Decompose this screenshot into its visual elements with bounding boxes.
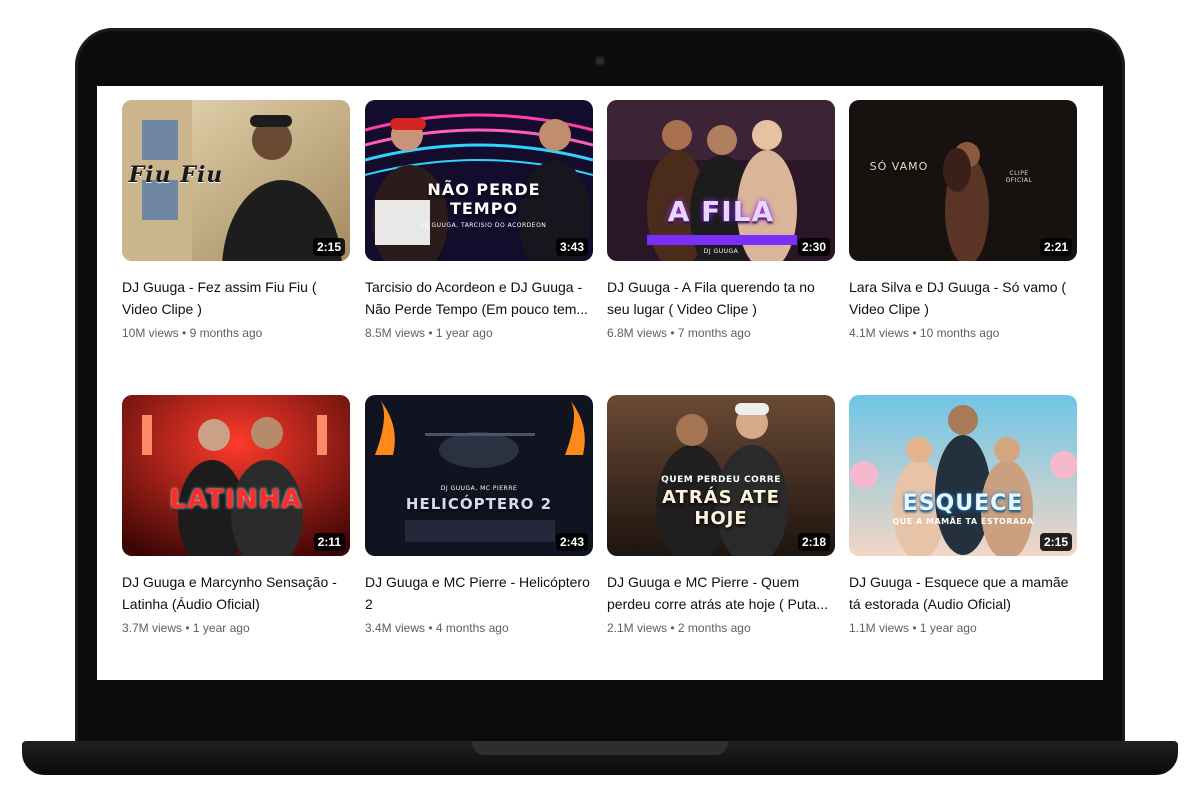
thumbnail-subtitle-text: DJ GUUGA, MC PIERRE <box>440 485 518 492</box>
upload-age: 2 months ago <box>677 621 751 635</box>
upload-age: 9 months ago <box>189 326 263 340</box>
video-meta: 10M views • 9 months ago <box>122 326 350 340</box>
video-duration-badge: 3:43 <box>555 238 588 256</box>
video-card[interactable]: SÓ VAMO CLIPE OFICIAL 2:21 Lara Silva e … <box>849 100 1077 340</box>
view-count: 8.5M views <box>365 326 426 340</box>
video-meta: 6.8M views • 7 months ago <box>607 326 835 340</box>
meta-separator: • <box>912 621 920 635</box>
video-thumbnail[interactable]: QUEM PERDEU CORRE ATRÁS ATE HOJE 2:18 <box>607 395 835 556</box>
meta-separator: • <box>428 326 436 340</box>
video-title[interactable]: DJ Guuga - Esquece que a mamãe tá estora… <box>849 571 1077 615</box>
thumbnail-art <box>122 395 350 556</box>
upload-age: 10 months ago <box>919 326 1000 340</box>
upload-age: 4 months ago <box>435 621 509 635</box>
video-card[interactable]: ESQUECE QUE A MAMÃE TA ESTORADA 2:15 DJ … <box>849 395 1077 635</box>
thumbnail-art <box>607 100 835 261</box>
video-card[interactable]: QUEM PERDEU CORRE ATRÁS ATE HOJE 2:18 DJ… <box>607 395 835 635</box>
video-meta: 4.1M views • 10 months ago <box>849 326 1077 340</box>
thumbnail-title-text: NÃO PERDE TEMPO <box>427 180 541 218</box>
upload-age: 1 year ago <box>435 326 493 340</box>
thumbnail-subtitle-text: QUE A MAMÃE TA ESTORADA <box>892 517 1034 526</box>
video-duration-badge: 2:15 <box>1039 533 1072 551</box>
video-meta: 2.1M views • 2 months ago <box>607 621 835 635</box>
video-title[interactable]: DJ Guuga e MC Pierre - Helicóptero 2 <box>365 571 593 615</box>
video-title[interactable]: Lara Silva e DJ Guuga - Só vamo ( Video … <box>849 276 1077 320</box>
thumbnail-title-text: Fiu Fiu <box>128 162 224 188</box>
video-grid-screen: Fiu Fiu 2:15 DJ Guuga - Fez assim Fiu Fi… <box>97 86 1103 680</box>
video-duration-badge: 2:21 <box>1039 238 1072 256</box>
video-meta: 8.5M views • 1 year ago <box>365 326 593 340</box>
upload-age: 1 year ago <box>919 621 977 635</box>
webcam-icon <box>596 57 604 65</box>
meta-separator: • <box>185 621 193 635</box>
thumbnail-title-text: LATINHA <box>169 485 303 515</box>
view-count: 6.8M views <box>607 326 668 340</box>
meta-separator: • <box>182 326 190 340</box>
video-thumbnail[interactable]: ESQUECE QUE A MAMÃE TA ESTORADA 2:15 <box>849 395 1077 556</box>
thumbnail-title-text: ESQUECE <box>902 491 1024 516</box>
laptop-hinge-notch <box>472 741 728 755</box>
video-thumbnail[interactable]: LATINHA 2:11 <box>122 395 350 556</box>
video-meta: 3.4M views • 4 months ago <box>365 621 593 635</box>
thumbnail-subtitle-text: QUEM PERDEU CORRE <box>661 475 781 485</box>
thumbnail-title-text: SÓ VAMO <box>869 160 929 173</box>
video-thumbnail[interactable]: Fiu Fiu 2:15 <box>122 100 350 261</box>
video-card[interactable]: A FILA DJ GUUGA 2:30 DJ Guuga - A Fila q… <box>607 100 835 340</box>
meta-separator: • <box>670 621 678 635</box>
view-count: 10M views <box>122 326 179 340</box>
video-duration-badge: 2:30 <box>797 238 830 256</box>
video-meta: 3.7M views • 1 year ago <box>122 621 350 635</box>
thumbnail-title-text: HELICÓPTERO 2 <box>405 495 553 513</box>
video-title[interactable]: DJ Guuga e Marcynho Sensação - Latinha (… <box>122 571 350 615</box>
upload-age: 7 months ago <box>677 326 751 340</box>
view-count: 3.7M views <box>122 621 183 635</box>
video-thumbnail[interactable]: SÓ VAMO CLIPE OFICIAL 2:21 <box>849 100 1077 261</box>
view-count: 1.1M views <box>849 621 910 635</box>
video-duration-badge: 2:15 <box>312 238 345 256</box>
view-count: 4.1M views <box>849 326 910 340</box>
video-title[interactable]: DJ Guuga e MC Pierre - Quem perdeu corre… <box>607 571 835 615</box>
thumbnail-art <box>365 395 593 556</box>
upload-age: 1 year ago <box>192 621 250 635</box>
video-card[interactable]: Fiu Fiu 2:15 DJ Guuga - Fez assim Fiu Fi… <box>122 100 350 340</box>
video-title[interactable]: DJ Guuga - Fez assim Fiu Fiu ( Video Cli… <box>122 276 350 320</box>
view-count: 2.1M views <box>607 621 668 635</box>
meta-separator: • <box>428 621 436 635</box>
thumbnail-title-text: A FILA <box>667 195 775 228</box>
meta-separator: • <box>912 326 920 340</box>
thumbnail-subtitle-text: CLIPE OFICIAL <box>1005 170 1033 184</box>
meta-separator: • <box>670 326 678 340</box>
video-thumbnail[interactable]: HELICÓPTERO 2 DJ GUUGA, MC PIERRE 2:43 <box>365 395 593 556</box>
thumbnail-title-text: ATRÁS ATE HOJE <box>662 487 780 529</box>
video-thumbnail[interactable]: A FILA DJ GUUGA 2:30 <box>607 100 835 261</box>
video-card[interactable]: NÃO PERDE TEMPO DJ GUUGA, TARCISIO DO AC… <box>365 100 593 340</box>
thumbnail-art <box>849 395 1077 556</box>
thumbnail-art <box>849 100 1077 261</box>
video-card[interactable]: LATINHA 2:11 DJ Guuga e Marcynho Sensaçã… <box>122 395 350 635</box>
video-meta: 1.1M views • 1 year ago <box>849 621 1077 635</box>
video-card[interactable]: HELICÓPTERO 2 DJ GUUGA, MC PIERRE 2:43 D… <box>365 395 593 635</box>
video-duration-badge: 2:11 <box>313 533 345 551</box>
video-title[interactable]: Tarcisio do Acordeon e DJ Guuga - Não Pe… <box>365 276 593 320</box>
video-title[interactable]: DJ Guuga - A Fila querendo ta no seu lug… <box>607 276 835 320</box>
view-count: 3.4M views <box>365 621 426 635</box>
thumbnail-subtitle-text: DJ GUUGA, TARCISIO DO ACORDEON <box>421 222 547 229</box>
video-duration-badge: 2:18 <box>797 533 830 551</box>
video-duration-badge: 2:43 <box>555 533 588 551</box>
video-thumbnail[interactable]: NÃO PERDE TEMPO DJ GUUGA, TARCISIO DO AC… <box>365 100 593 261</box>
